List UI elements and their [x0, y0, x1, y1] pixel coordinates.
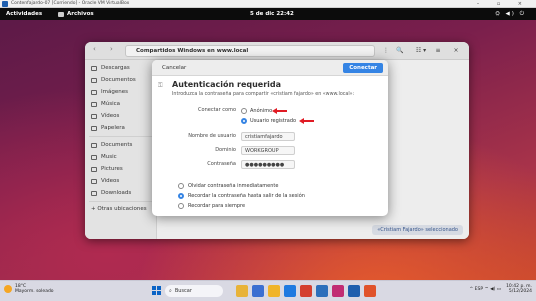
cancel-button[interactable]: Cancelar	[157, 63, 191, 73]
weather-widget[interactable]: 18°C Mayorm. soleado	[4, 284, 54, 294]
search-label: Buscar	[174, 288, 192, 294]
radio-label: Anónimo	[250, 108, 273, 114]
app-icon-red[interactable]	[300, 285, 312, 297]
radio-circle-selected	[178, 193, 184, 199]
app-icon-magenta[interactable]	[332, 285, 344, 297]
dialog-title: Autenticación requerida	[172, 80, 282, 89]
radio-circle	[178, 183, 184, 189]
sun-icon	[4, 285, 12, 293]
username-label: Nombre de usuario	[188, 133, 236, 139]
username-field[interactable]: cristiamfajardo	[241, 132, 295, 141]
activities-button[interactable]: Actividades	[6, 8, 42, 20]
domain-field[interactable]: WORKGROUP	[241, 146, 295, 155]
radio-label: Usuario registrado	[250, 118, 297, 124]
connect-as-label: Conectar como	[198, 107, 236, 113]
password-field[interactable]: ●●●●●●●●●	[241, 160, 295, 169]
virtualbox-title-bar: Contenfajardo-07 [Corriendo] - Oracle VM…	[0, 0, 536, 8]
auth-dialog: Cancelar Conectar ⚿ Autenticación requer…	[152, 60, 388, 216]
app-icon-task-view[interactable]	[252, 285, 264, 297]
domain-label: Dominio	[215, 147, 236, 153]
dialog-header: Cancelar Conectar	[152, 60, 388, 76]
option-remember-forever[interactable]: Recordar para siempre	[178, 202, 245, 210]
radio-anonymous[interactable]: Anónimo	[241, 107, 272, 115]
option-label: Recordar para siempre	[188, 203, 246, 209]
files-icon	[58, 11, 64, 17]
red-arrow-annotation	[272, 107, 287, 114]
taskbar-tray[interactable]: ^ ESP ⌔ ◀) ▭ 10:42 p. m. 5/12/2024	[469, 284, 532, 294]
store-icon[interactable]	[316, 285, 328, 297]
taskbar-search[interactable]: ⌕ Buscar	[165, 285, 223, 297]
folder-icon[interactable]	[268, 285, 280, 297]
windows-start-icon[interactable]	[152, 286, 161, 295]
radio-registered-user[interactable]: Usuario registrado	[241, 117, 296, 125]
app-menu-label: Archivos	[67, 11, 94, 17]
option-remember-session[interactable]: Recordar la contraseña hasta salir de la…	[178, 192, 305, 200]
option-label: Olvidar contraseña inmediatamente	[188, 183, 279, 189]
option-label: Recordar la contraseña hasta salir de la…	[188, 193, 305, 199]
browser-icon[interactable]	[284, 285, 296, 297]
gnome-top-panel: Actividades Archivos 5 de dic 22:42 ⛭ ◀)…	[0, 8, 536, 20]
taskbar-clock[interactable]: 10:42 p. m. 5/12/2024	[506, 284, 532, 294]
virtualbox-taskbar-icon[interactable]	[348, 285, 360, 297]
windows-taskbar: 18°C Mayorm. soleado ⌕ Buscar ^ ESP ⌔ ◀)…	[0, 280, 536, 301]
connect-button[interactable]: Conectar	[343, 63, 383, 73]
radio-circle	[241, 108, 247, 114]
virtualbox-icon	[2, 1, 8, 7]
window-controls[interactable]: – ▫ ×	[477, 0, 530, 8]
app-icon-orange[interactable]	[364, 285, 376, 297]
system-tray[interactable]: ⛭ ◀) ⏻	[495, 8, 526, 20]
key-icon: ⚿	[158, 82, 163, 89]
red-arrow-annotation	[299, 117, 314, 124]
weather-desc: Mayorm. soleado	[15, 289, 54, 294]
weather-text: 18°C Mayorm. soleado	[15, 284, 54, 294]
app-menu[interactable]: Archivos	[58, 8, 94, 20]
virtualbox-window-title: Contenfajardo-07 [Corriendo] - Oracle VM…	[11, 1, 130, 6]
search-icon: ⌕	[169, 288, 172, 294]
radio-circle-selected	[241, 118, 247, 124]
radio-circle	[178, 203, 184, 209]
option-forget-password[interactable]: Olvidar contraseña inmediatamente	[178, 182, 278, 190]
app-icon-widgets[interactable]	[236, 285, 248, 297]
clock[interactable]: 5 de dic 22:42	[250, 8, 294, 20]
taskbar-date: 5/12/2024	[508, 289, 532, 294]
tray-icons[interactable]: ^ ESP ⌔ ◀) ▭	[469, 286, 501, 292]
password-label: Contraseña	[207, 161, 236, 167]
dialog-subtitle: Introduzca la contraseña para compartir …	[172, 92, 355, 97]
